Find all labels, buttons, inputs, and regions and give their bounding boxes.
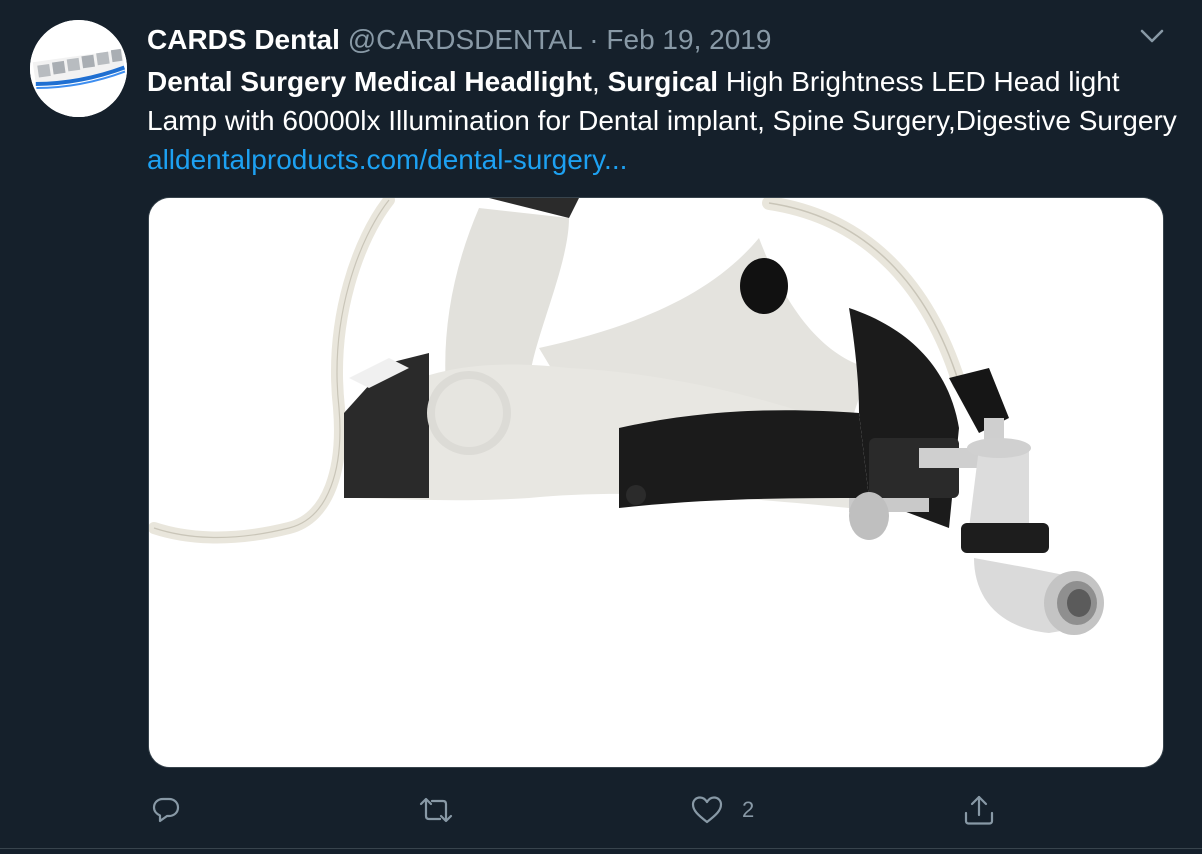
tweet-text-comma: , (592, 66, 608, 97)
share-button[interactable] (962, 790, 996, 830)
tweet-text: Dental Surgery Medical Headlight, Surgic… (147, 62, 1177, 179)
tweet-actions: 2 (0, 780, 1202, 840)
tweet-date[interactable]: Feb 19, 2019 (606, 24, 771, 55)
heart-icon (691, 796, 723, 824)
like-count: 2 (742, 797, 755, 822)
retweet-icon (419, 797, 453, 823)
tweet-header: CARDS Dental @CARDSDENTAL · Feb 19, 2019 (147, 22, 771, 58)
tweet-divider (0, 848, 1202, 849)
reply-icon (152, 797, 180, 823)
tweet-media-image[interactable] (148, 197, 1164, 768)
author-name[interactable]: CARDS Dental (147, 24, 340, 55)
avatar[interactable] (30, 20, 127, 117)
headlight-product-image (149, 198, 1163, 767)
tweet-text-bold-1: Dental Surgery Medical Headlight (147, 66, 592, 97)
reply-button[interactable] (150, 790, 182, 830)
retweet-button[interactable] (418, 790, 454, 830)
tweet-link[interactable]: alldentalproducts.com/dental-surgery... (147, 144, 627, 175)
author-handle[interactable]: @CARDSDENTAL (348, 24, 582, 55)
share-icon (964, 795, 994, 825)
cards-dental-logo (30, 20, 127, 117)
tweet-text-bold-2: Surgical (607, 66, 719, 97)
tweet[interactable]: CARDS Dental @CARDSDENTAL · Feb 19, 2019… (0, 0, 1202, 854)
like-button[interactable]: 2 (690, 790, 754, 830)
separator-dot: · (589, 24, 599, 55)
chevron-down-icon[interactable] (1138, 26, 1166, 46)
